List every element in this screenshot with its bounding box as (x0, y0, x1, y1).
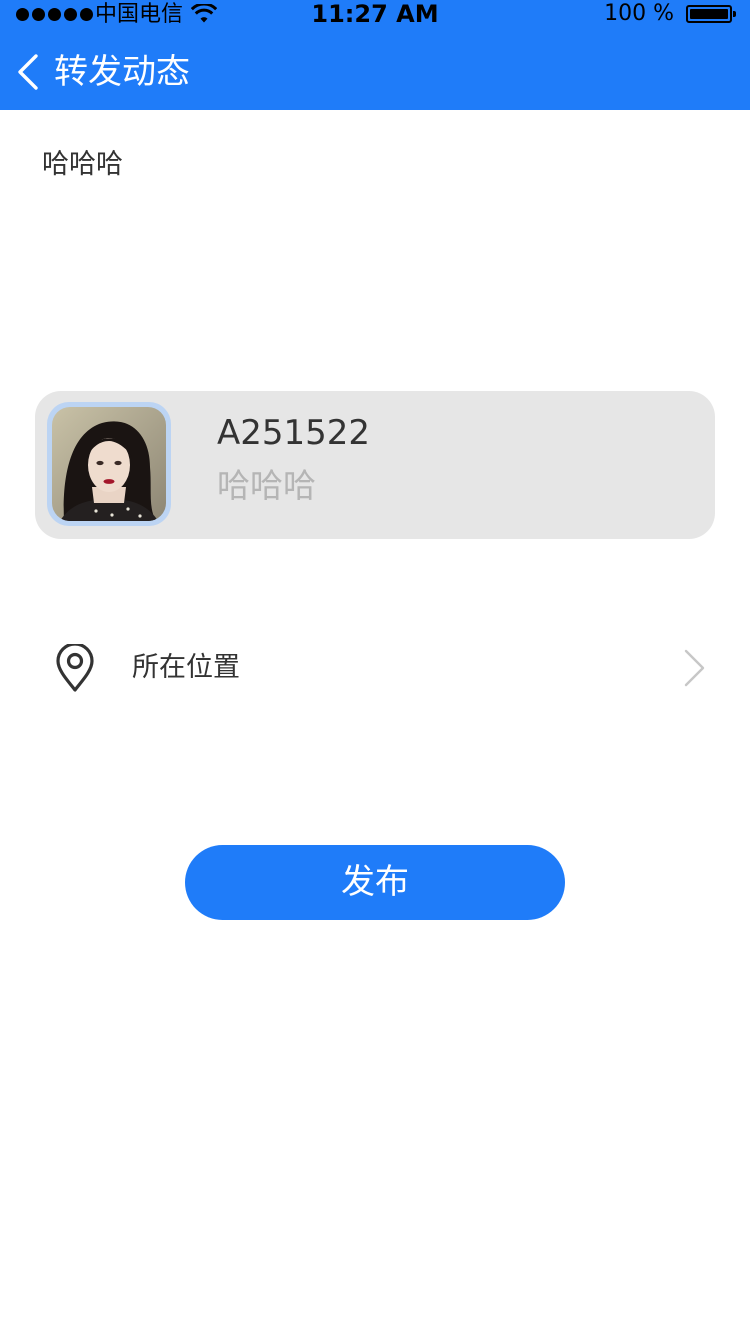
battery-percentage: 100 % (604, 1, 674, 26)
app-screen: 中国电信 11:27 AM 100 % 转发动态 哈哈哈 A251522 哈哈哈… (0, 0, 750, 1334)
page-title: 转发动态 (54, 52, 190, 92)
location-selector[interactable]: 所在位置 (0, 620, 750, 720)
shared-post-content: 哈哈哈 (217, 466, 316, 505)
chevron-left-icon[interactable] (14, 52, 44, 92)
battery-icon (686, 5, 736, 23)
location-pin-icon (56, 644, 94, 692)
avatar-photo (52, 407, 166, 521)
publish-button[interactable]: 发布 (185, 845, 565, 920)
shared-post-username: A251522 (217, 413, 371, 453)
status-bar: 中国电信 11:27 AM 100 % (0, 0, 750, 30)
avatar (47, 402, 171, 526)
compose-text-field[interactable]: 哈哈哈 (42, 146, 123, 184)
chevron-right-icon (684, 649, 705, 687)
top-bar: 中国电信 11:27 AM 100 % 转发动态 (0, 0, 750, 110)
location-label: 所在位置 (132, 652, 240, 683)
shared-post-card[interactable]: A251522 哈哈哈 (35, 391, 715, 539)
